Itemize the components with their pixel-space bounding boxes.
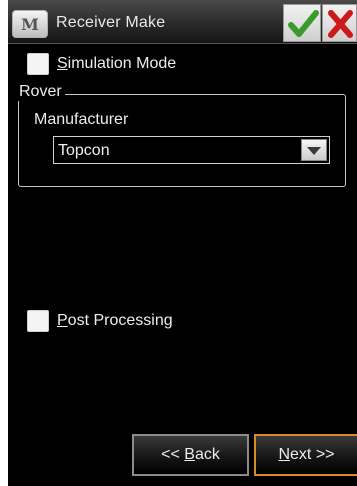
ok-button[interactable] [283, 4, 321, 42]
simulation-mode-checkbox[interactable] [27, 53, 49, 75]
post-processing-row[interactable]: Post Processing [27, 310, 173, 332]
back-button[interactable]: << Back [132, 434, 249, 476]
title-bar: M Receiver Make [8, 0, 357, 44]
window-title: Receiver Make [56, 14, 166, 31]
next-button-mnemonic: N [278, 446, 291, 463]
post-processing-checkbox[interactable] [27, 310, 49, 332]
screen: M Receiver Make Simulation Mode Rover Ma… [0, 0, 357, 486]
simulation-mode-label[interactable]: Simulation Mode [57, 55, 176, 73]
dropdown-button[interactable] [301, 139, 327, 161]
post-processing-label[interactable]: Post Processing [57, 312, 173, 330]
checkmark-icon [288, 10, 319, 37]
manufacturer-selected-value: Topcon [58, 142, 110, 159]
receiver-make-dialog: M Receiver Make Simulation Mode Rover Ma… [8, 0, 357, 486]
back-button-label: ack [194, 446, 220, 463]
manufacturer-label: Manufacturer [34, 111, 129, 128]
app-menu-icon[interactable]: M [12, 10, 48, 38]
manufacturer-select[interactable]: Topcon [53, 136, 330, 164]
app-icon-glyph: M [21, 14, 39, 34]
chevron-down-icon [307, 147, 321, 155]
simulation-mode-row[interactable]: Simulation Mode [27, 53, 176, 75]
next-button-label: ext >> [290, 446, 335, 463]
simulation-mode-label-text: imulation Mode [67, 55, 177, 72]
rover-group-label: Rover [16, 83, 65, 101]
simulation-mode-mnemonic: S [57, 55, 68, 72]
back-button-mnemonic: B [184, 446, 195, 463]
post-processing-label-text: ost Processing [67, 312, 173, 329]
post-processing-mnemonic: P [57, 312, 68, 329]
close-button[interactable] [322, 4, 357, 42]
next-button[interactable]: Next >> [254, 434, 357, 476]
close-x-icon [328, 10, 353, 38]
back-button-prefix: << [161, 446, 185, 463]
